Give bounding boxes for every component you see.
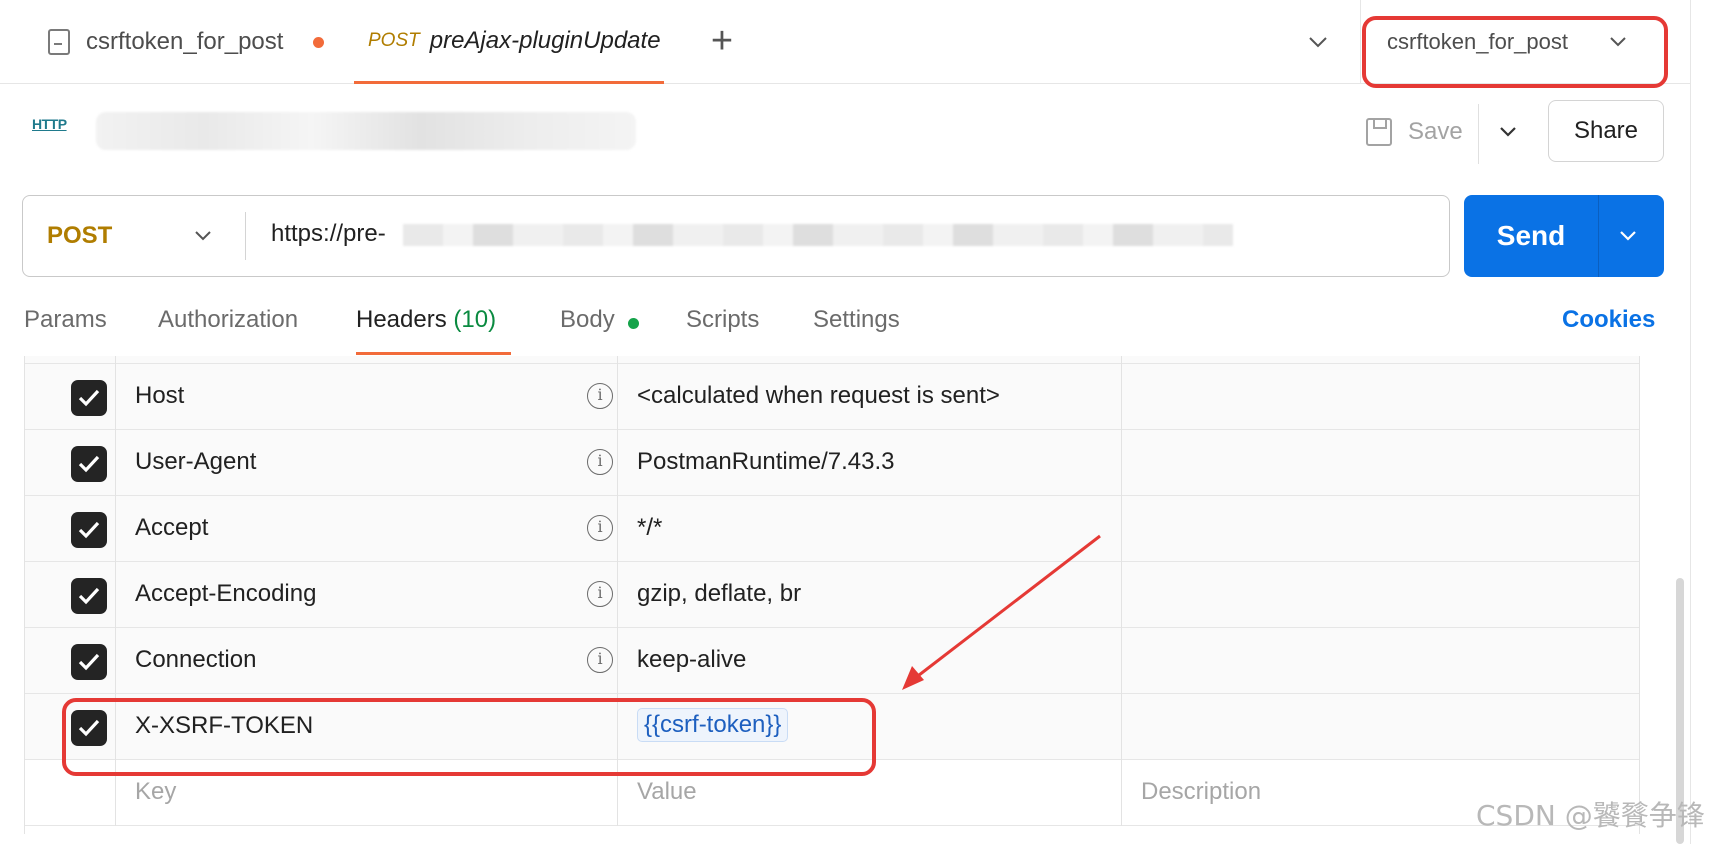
header-checkbox[interactable] <box>71 710 107 746</box>
document-icon <box>48 29 70 55</box>
table-row-new: Key Value Description <box>25 760 1639 826</box>
info-icon[interactable]: i <box>587 647 613 673</box>
header-key[interactable]: Accept <box>135 514 208 542</box>
tab-csrftoken-for-post[interactable]: csrftoken_for_post <box>48 0 325 84</box>
body-status-dot <box>628 318 639 329</box>
table-row: Host i <calculated when request is sent> <box>25 364 1639 430</box>
save-icon <box>1366 118 1392 146</box>
header-value[interactable]: <calculated when request is sent> <box>637 382 1000 410</box>
cookies-link[interactable]: Cookies <box>1562 306 1655 334</box>
right-sidebar <box>1690 0 1736 844</box>
save-options-chevron-icon[interactable] <box>1494 118 1522 146</box>
headers-table: Host i <calculated when request is sent>… <box>24 356 1640 834</box>
info-icon[interactable]: i <box>587 515 613 541</box>
header-value[interactable]: keep-alive <box>637 646 746 674</box>
info-icon[interactable]: i <box>587 383 613 409</box>
send-button[interactable]: Send <box>1464 195 1598 277</box>
divider <box>245 212 246 260</box>
header-key[interactable]: Connection <box>135 646 256 674</box>
tab-bar: csrftoken_for_post POST preAjax-pluginUp… <box>0 0 1736 84</box>
tab-body[interactable]: Body <box>560 306 615 334</box>
new-tab-button[interactable]: + <box>704 22 740 60</box>
tab-params[interactable]: Params <box>24 306 107 334</box>
header-checkbox[interactable] <box>71 512 107 548</box>
description-placeholder[interactable]: Description <box>1141 778 1261 806</box>
table-row: Connection i keep-alive <box>25 628 1639 694</box>
send-button-group: Send <box>1464 195 1664 277</box>
tab-label: csrftoken_for_post <box>86 28 284 55</box>
tab-scripts[interactable]: Scripts <box>686 306 759 334</box>
header-key[interactable]: Host <box>135 382 184 410</box>
annotation-arrow <box>902 534 1101 690</box>
info-icon[interactable]: i <box>587 581 613 607</box>
method-selector[interactable]: POST <box>23 196 245 276</box>
tab-method: POST <box>368 29 420 51</box>
chevron-down-icon <box>189 222 217 257</box>
header-key[interactable]: User-Agent <box>135 448 256 476</box>
send-options-chevron-icon[interactable] <box>1614 222 1642 250</box>
tab-headers[interactable]: Headers (10) <box>356 306 496 334</box>
tab-settings[interactable]: Settings <box>813 306 900 334</box>
header-checkbox[interactable] <box>71 644 107 680</box>
info-icon[interactable]: i <box>587 449 613 475</box>
http-icon: HTTP <box>32 116 67 132</box>
header-value[interactable]: gzip, deflate, br <box>637 580 801 608</box>
table-row: Accept i */* <box>25 496 1639 562</box>
table-row: Accept-Encoding i gzip, deflate, br <box>25 562 1639 628</box>
header-key[interactable]: X-XSRF-TOKEN <box>135 712 313 740</box>
url-blurred <box>403 224 1233 246</box>
table-row-xsrf-token: X-XSRF-TOKEN {{csrf-token}} <box>25 694 1639 760</box>
url-bar: POST https://pre- <box>22 195 1450 277</box>
divider <box>1478 104 1479 164</box>
headers-count: (10) <box>453 306 497 333</box>
header-value-variable[interactable]: {{csrf-token}} <box>637 708 789 742</box>
tab-label: preAjax-pluginUpdate <box>429 26 661 54</box>
header-key[interactable]: Accept-Encoding <box>135 580 316 608</box>
tab-headers-label: Headers <box>356 306 447 333</box>
save-label: Save <box>1408 118 1463 145</box>
request-name-blurred <box>96 112 636 150</box>
tab-authorization[interactable]: Authorization <box>158 306 298 334</box>
table-row-partial <box>25 356 1639 364</box>
chevron-down-icon <box>1606 30 1630 60</box>
url-input[interactable]: https://pre- <box>271 220 386 248</box>
key-placeholder[interactable]: Key <box>135 778 176 806</box>
tab-preajax-pluginupdate[interactable]: POST preAjax-pluginUpdate <box>354 0 664 84</box>
unsaved-indicator <box>313 36 325 48</box>
active-tab-indicator <box>356 352 511 355</box>
divider <box>1598 195 1599 277</box>
header-value[interactable]: PostmanRuntime/7.43.3 <box>637 448 894 476</box>
header-checkbox[interactable] <box>71 380 107 416</box>
value-placeholder[interactable]: Value <box>637 778 697 806</box>
save-button[interactable]: Save <box>1366 112 1486 152</box>
header-value[interactable]: */* <box>637 514 662 542</box>
environment-selector[interactable]: csrftoken_for_post <box>1360 0 1670 84</box>
header-checkbox[interactable] <box>71 446 107 482</box>
environment-name: csrftoken_for_post <box>1387 29 1568 54</box>
watermark: CSDN @饕餮争锋 <box>1476 799 1705 832</box>
header-checkbox[interactable] <box>71 578 107 614</box>
method-label: POST <box>47 222 113 249</box>
table-row: User-Agent i PostmanRuntime/7.43.3 <box>25 430 1639 496</box>
share-button[interactable]: Share <box>1548 100 1664 162</box>
tabs-dropdown-icon[interactable] <box>1304 28 1332 56</box>
